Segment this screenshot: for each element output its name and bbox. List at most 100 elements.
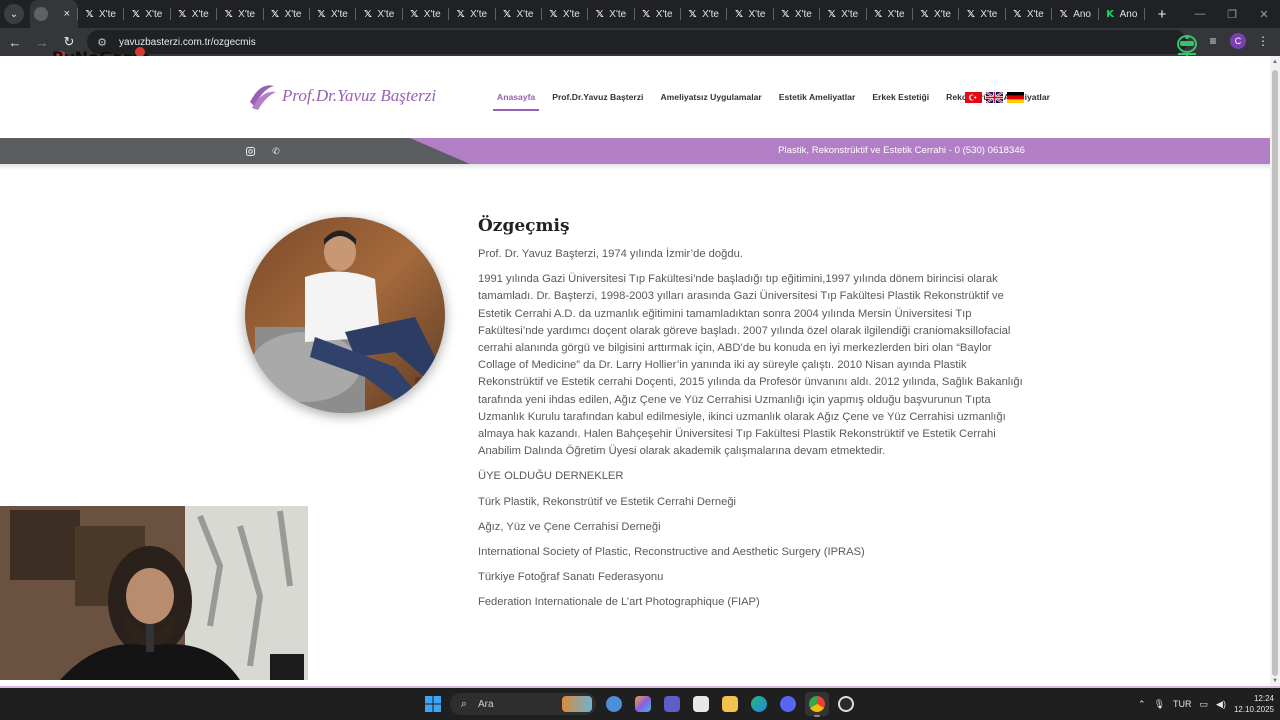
clock-time: 12:24 [1253,694,1274,703]
browser-tab[interactable]: 𝕏 X'te [217,0,264,28]
tab-strip: ⌄ × 𝕏 X'te 𝕏 X'te 𝕏 X'te 𝕏 X'te 𝕏 X'te 𝕏 X'te 𝕏 X'te 𝕏… [0,0,1280,28]
chevron-up-icon[interactable]: ⌃ [1138,699,1146,710]
nav-item[interactable]: Prof.Dr.Yavuz Başterzi [548,86,647,108]
biography-paragraph: Federation Internationale de L’art Photo… [478,596,760,609]
tab-label: X'te [470,8,488,20]
biography-text: Prof. Dr. Yavuz Başterzi, 1974 yılında İ… [478,246,1023,612]
tab-label: X'te [284,8,302,20]
x-logo-icon: 𝕏 [874,8,883,20]
browser-tab[interactable]: 𝕏 X'te [1006,0,1053,28]
browser-tab[interactable]: 𝕏 X'te [913,0,960,28]
edge-icon[interactable] [747,692,771,716]
x-logo-icon: 𝕏 [317,8,326,20]
instagram-icon[interactable] [243,144,257,158]
tab-label: X'te [794,8,812,20]
browser-tab[interactable]: 𝕏 X'te [588,0,635,28]
toolbar-actions: ≡ C ⋮ [1202,30,1274,52]
x-logo-icon: 𝕏 [1059,8,1068,20]
webcam-overlay-image [0,506,308,680]
browser-tab[interactable]: 𝕏 X'te [959,0,1006,28]
browser-tab[interactable]: 𝕏 X'te [310,0,357,28]
tab-label: X'te [655,8,673,20]
browser-tab[interactable]: 𝕏 X'te [264,0,310,28]
tab-label: X'te [887,8,905,20]
tab-search-button[interactable]: ⌄ [4,4,24,24]
x-logo-icon: 𝕏 [966,8,975,20]
turkey-flag-icon[interactable] [965,92,982,103]
browser-tab[interactable]: 𝕏 X'te [496,0,542,28]
x-logo-icon: 𝕏 [224,8,233,20]
browser-tab[interactable]: 𝕏 X'te [542,0,589,28]
browser-tab[interactable]: 𝕏 X'te [356,0,403,28]
biography-paragraph: International Society of Plastic, Recons… [478,546,865,559]
nav-item[interactable]: Ameliyatsız Uygulamalar [656,86,765,108]
phone-icon[interactable]: ✆ [269,144,283,158]
minimize-icon[interactable]: — [1184,0,1216,28]
teams-icon[interactable] [660,692,684,716]
x-logo-icon: 𝕏 [920,8,929,20]
browser-tab[interactable]: 𝕏 X'te [727,0,774,28]
browser-tab[interactable]: 𝕏 X'te [867,0,914,28]
volume-icon[interactable]: ◀) [1216,699,1226,710]
browser-tab[interactable]: 𝕏 X'te [774,0,821,28]
close-window-icon[interactable]: ✕ [1248,0,1280,28]
copilot-icon[interactable] [602,692,626,716]
tab-label: Ano [1073,8,1091,20]
obs-icon[interactable] [834,692,858,716]
clock[interactable]: 12:24 12.10.2025 [1234,693,1274,715]
windows-taskbar: ⌕ Ara ⌃ 🎙 TUR ▭ ◀) 12:24 12.10.2025 [0,688,1280,720]
browser-tab[interactable]: 𝕏 X'te [681,0,728,28]
browser-tab[interactable]: 𝕏 X'te [635,0,682,28]
discord-icon[interactable] [776,692,800,716]
colorful-app-icon[interactable] [631,692,655,716]
tab-label: X'te [609,8,627,20]
new-tab-button[interactable]: + [1149,0,1175,28]
contact-text: Plastik, Rekonstrüktif ve Estetik Cerrah… [778,145,1025,156]
x-logo-icon: 𝕏 [549,8,558,20]
clock-date: 12.10.2025 [1233,705,1274,714]
search-highlight-image [562,696,592,712]
windows-start-icon[interactable] [425,696,441,712]
store-icon[interactable] [689,692,713,716]
tab-label: X'te [330,8,348,20]
network-icon[interactable]: ▭ [1200,699,1209,710]
address-bar[interactable]: ⚙ yavuzbasterzi.com.tr/ozgecmis [87,30,1187,54]
tab-label: X'te [377,8,395,20]
search-label: Ara [478,698,494,710]
media-controls-icon[interactable]: ≡ [1202,30,1224,52]
x-logo-icon: 𝕏 [1013,8,1022,20]
chrome-icon[interactable] [805,692,829,717]
x-logo-icon: 𝕏 [734,8,743,20]
browser-tab[interactable]: K Ano [1099,0,1145,28]
x-logo-icon: 𝕏 [502,8,512,20]
taskbar-apps [602,692,858,717]
profile-avatar[interactable]: C [1230,33,1246,49]
germany-flag-icon[interactable] [1007,92,1024,103]
back-icon[interactable]: ← [3,30,27,54]
system-tray: ⌃ 🎙 TUR ▭ ◀) 12:24 12.10.2025 [1138,688,1274,720]
nav-item[interactable]: Estetik Ameliyatlar [775,86,860,108]
menu-icon[interactable]: ⋮ [1252,30,1274,52]
language-indicator[interactable]: TUR [1173,699,1192,709]
browser-tab[interactable]: 𝕏 Ano [1052,0,1099,28]
biography-paragraph: ÜYE OLDUĞU DERNEKLER [478,470,624,483]
nav-item[interactable]: Erkek Estetiği [868,86,933,108]
scrollbar-thumb[interactable] [1272,70,1278,676]
scroll-down-icon[interactable]: ▼ [1272,678,1278,684]
restore-icon[interactable]: ❐ [1216,0,1248,28]
tab-label: X'te [841,8,859,20]
tab-label: X'te [934,8,951,20]
browser-tab[interactable]: 𝕏 X'te [403,0,450,28]
microphone-icon[interactable]: 🎙 [1154,699,1165,710]
page-scrollbar[interactable]: ▲ ▼ [1270,56,1280,688]
file-explorer-icon[interactable] [718,692,742,716]
uk-flag-icon[interactable] [986,92,1003,103]
site-logo[interactable]: Prof.Dr.Yavuz Başterzi [246,80,436,112]
browser-tab[interactable]: 𝕏 X'te [820,0,867,28]
taskbar-search[interactable]: ⌕ Ara [450,693,596,715]
biography-section: Özgeçmiş Prof. Dr. Yavuz Başterzi, 1974 … [478,216,1023,620]
scroll-up-icon[interactable]: ▲ [1272,59,1278,65]
language-flags [965,92,1024,103]
nav-item[interactable]: Anasayfa [493,86,540,111]
browser-tab[interactable]: 𝕏 X'te [449,0,496,28]
